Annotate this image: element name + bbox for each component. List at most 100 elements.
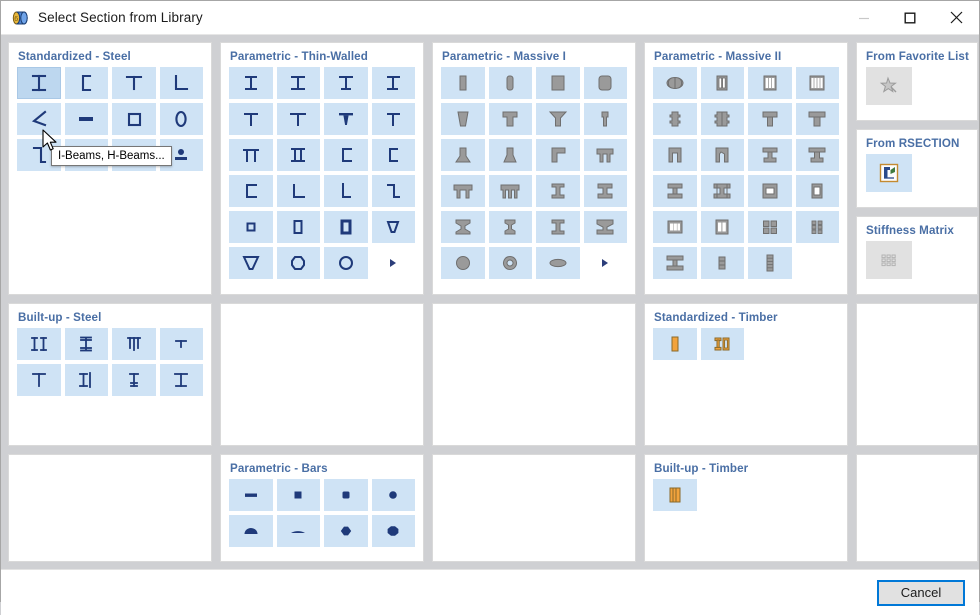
cell-massive-taper[interactable] <box>441 103 485 135</box>
cell-bar-half-round[interactable] <box>229 515 273 547</box>
cell-massive-i-3[interactable] <box>441 211 485 243</box>
cell-built-up-i-plated[interactable] <box>64 328 108 360</box>
cell-bar-octagon[interactable] <box>371 515 415 547</box>
star-pin-icon[interactable] <box>866 67 912 105</box>
cell-thin-i-asymmetric[interactable] <box>371 67 415 99</box>
cell-thin-i-unequal[interactable] <box>324 67 368 99</box>
cell-massive-tee-2[interactable] <box>536 103 580 135</box>
cell-i-ledge-1[interactable] <box>748 139 792 171</box>
cell-thin-octagon-hollow[interactable] <box>276 247 320 279</box>
cell-tee-solid-1[interactable] <box>748 103 792 135</box>
cell-thin-angle-1[interactable] <box>276 175 320 207</box>
close-button[interactable] <box>933 1 979 34</box>
cell-massive-rect-narrow[interactable] <box>441 67 485 99</box>
cell-portal-2[interactable] <box>700 139 744 171</box>
cell-hollow-core-4-cell[interactable] <box>795 67 839 99</box>
cell-built-up-i-narrow[interactable] <box>112 364 156 396</box>
cell-built-up-double-i[interactable] <box>17 328 61 360</box>
cell-round-hollow-section[interactable] <box>159 103 203 135</box>
cell-thin-double-i[interactable] <box>276 139 320 171</box>
cell-thin-tee-3[interactable] <box>324 103 368 135</box>
cell-angle-rotated-section[interactable] <box>17 103 61 135</box>
cell-massive-i-1[interactable] <box>536 175 580 207</box>
cell-thin-i-symmetric[interactable] <box>229 67 273 99</box>
cell-box-with-cell-2[interactable] <box>795 175 839 207</box>
cell-built-up-i-channel[interactable] <box>64 364 108 396</box>
cell-massive-ellipse[interactable] <box>536 247 580 279</box>
cell-built-up-tee-1[interactable] <box>17 364 61 396</box>
cell-bar-flat[interactable] <box>229 479 273 511</box>
cell-stacked-tall[interactable] <box>748 247 792 279</box>
cell-thin-rect-hollow[interactable] <box>276 211 320 243</box>
cell-thin-channel-2[interactable] <box>371 139 415 171</box>
cell-massive-i-6[interactable] <box>583 211 627 243</box>
cell-grid-6-cell[interactable] <box>795 211 839 243</box>
cell-massive-rect-rounded[interactable] <box>488 67 532 99</box>
cell-built-up-i-wide[interactable] <box>159 364 203 396</box>
cell-thin-trapezoid[interactable] <box>229 247 273 279</box>
cell-hollow-core-round[interactable] <box>653 67 697 99</box>
cell-angle-section[interactable] <box>159 67 203 99</box>
cell-square-hollow-section[interactable] <box>112 103 156 135</box>
cell-flat-bar-section[interactable] <box>64 103 108 135</box>
cell-massive-circle[interactable] <box>441 247 485 279</box>
cell-massive-more-arrow[interactable] <box>584 247 628 279</box>
matrix-grid-icon[interactable] <box>866 241 912 279</box>
cell-thin-angle-2[interactable] <box>324 175 368 207</box>
cell-timber-i-joist[interactable] <box>700 328 744 360</box>
cell-grid-4-cell[interactable] <box>748 211 792 243</box>
cell-massive-inverted-tee-2[interactable] <box>488 139 532 171</box>
cell-thin-i-tapered[interactable] <box>276 67 320 99</box>
cell-thin-tee-1[interactable] <box>229 103 273 135</box>
cell-built-up-tee-plate[interactable] <box>112 328 156 360</box>
cell-thin-circle-hollow[interactable] <box>324 247 368 279</box>
cell-hollow-core-3-cell[interactable] <box>748 67 792 99</box>
cell-built-up-tee-small[interactable] <box>159 328 203 360</box>
cell-thin-rect-hollow-thick[interactable] <box>324 211 368 243</box>
cell-thin-tee-4[interactable] <box>371 103 415 135</box>
cell-bar-round[interactable] <box>371 479 415 511</box>
rsection-icon[interactable] <box>866 154 912 192</box>
cell-massive-double-leg[interactable] <box>583 139 627 171</box>
cell-tee-section[interactable] <box>112 67 156 99</box>
cell-box-with-cell-1[interactable] <box>748 175 792 207</box>
cell-i-ledge-3[interactable] <box>653 175 697 207</box>
cell-massive-angle-tee[interactable] <box>536 139 580 171</box>
cell-notched-narrow[interactable] <box>653 103 697 135</box>
cell-i-ledge-4[interactable] <box>700 175 744 207</box>
cell-box-2-cell-tall[interactable] <box>700 211 744 243</box>
cell-massive-double-leg-2[interactable] <box>441 175 485 207</box>
cell-massive-inverted-tee-1[interactable] <box>441 139 485 171</box>
cell-i-bolted[interactable] <box>653 247 697 279</box>
cell-hollow-core-2-cell[interactable] <box>700 67 744 99</box>
minimize-button[interactable] <box>841 1 887 34</box>
cell-portal-1[interactable] <box>653 139 697 171</box>
cell-thin-trapezoid-small[interactable] <box>371 211 415 243</box>
cell-bar-square[interactable] <box>276 479 320 511</box>
cell-timber-glulam[interactable] <box>653 479 697 511</box>
cell-massive-ring[interactable] <box>488 247 532 279</box>
cell-massive-square[interactable] <box>536 67 580 99</box>
cell-stacked-small[interactable] <box>700 247 744 279</box>
cell-massive-i-2[interactable] <box>583 175 627 207</box>
cell-thin-tee-2[interactable] <box>276 103 320 135</box>
cell-i-ledge-2[interactable] <box>795 139 839 171</box>
cell-massive-tee-narrow[interactable] <box>583 103 627 135</box>
cell-massive-triple-leg[interactable] <box>488 175 532 207</box>
cell-massive-tee-1[interactable] <box>488 103 532 135</box>
cell-thin-zed[interactable] <box>371 175 415 207</box>
cell-box-3-cell[interactable] <box>653 211 697 243</box>
cell-bar-segment[interactable] <box>276 515 320 547</box>
cell-thin-pi-section[interactable] <box>229 139 273 171</box>
cell-thin-square-hollow-small[interactable] <box>229 211 273 243</box>
cell-thin-channel-1[interactable] <box>324 139 368 171</box>
cell-timber-rect[interactable] <box>653 328 697 360</box>
cell-bar-square-rounded[interactable] <box>324 479 368 511</box>
cell-i-beam-section[interactable] <box>17 67 61 99</box>
cell-notched-double[interactable] <box>700 103 744 135</box>
cell-thin-channel-3[interactable] <box>229 175 273 207</box>
cell-massive-square-rounded[interactable] <box>583 67 627 99</box>
cell-tee-solid-2[interactable] <box>795 103 839 135</box>
cell-channel-section[interactable] <box>64 67 108 99</box>
cell-thin-more-arrow[interactable] <box>372 247 416 279</box>
